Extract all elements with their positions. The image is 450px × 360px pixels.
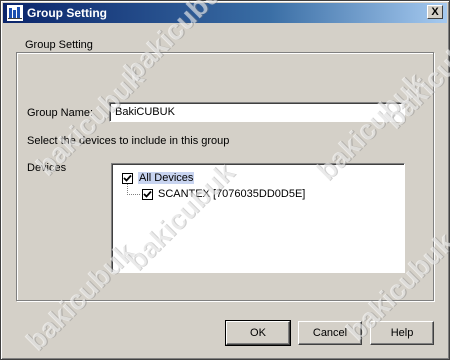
checkmark-icon bbox=[143, 190, 152, 198]
checkmark-icon bbox=[123, 174, 132, 182]
group-setting-dialog: Group Setting X Group Setting Group Name… bbox=[0, 0, 450, 360]
tree-item-scantex[interactable]: SCANTEX [7076035DD0D5E] bbox=[142, 186, 305, 202]
cancel-button[interactable]: Cancel bbox=[298, 321, 362, 345]
ok-button-label: OK bbox=[250, 327, 266, 339]
title-bar[interactable]: Group Setting X bbox=[3, 3, 447, 23]
group-name-label: Group Name: bbox=[27, 107, 94, 119]
group-name-input[interactable] bbox=[109, 102, 405, 122]
devices-tree[interactable]: All Devices SCANTEX [7076035DD0D5E] bbox=[111, 163, 405, 273]
select-devices-instruction: Select the devices to include in this gr… bbox=[27, 135, 230, 147]
ok-button[interactable]: OK bbox=[225, 320, 291, 346]
close-button[interactable]: X bbox=[427, 5, 443, 19]
close-icon: X bbox=[431, 5, 439, 18]
cancel-button-label: Cancel bbox=[312, 327, 348, 339]
window-title: Group Setting bbox=[27, 6, 107, 20]
help-button-label: Help bbox=[390, 327, 414, 339]
scantex-checkbox[interactable] bbox=[142, 188, 153, 200]
help-button[interactable]: Help bbox=[370, 321, 434, 345]
groupbox-legend: Group Setting bbox=[23, 39, 95, 51]
tree-connector-line bbox=[127, 184, 140, 195]
app-icon bbox=[7, 5, 23, 21]
all-devices-label[interactable]: All Devices bbox=[138, 172, 195, 184]
scantex-label[interactable]: SCANTEX [7076035DD0D5E] bbox=[158, 188, 305, 200]
devices-label: Devices bbox=[27, 162, 67, 174]
all-devices-checkbox[interactable] bbox=[122, 172, 133, 184]
